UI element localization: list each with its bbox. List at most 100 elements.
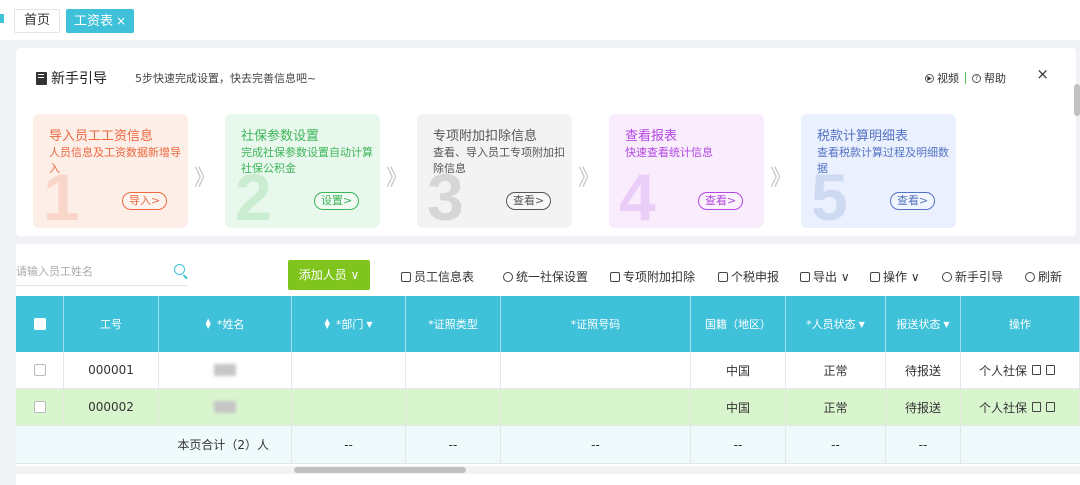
search-icon[interactable] <box>174 264 185 275</box>
edit-icon[interactable] <box>1032 365 1042 375</box>
tool-label: 员工信息表 <box>414 270 475 284</box>
step-import-salary[interactable]: 1 导入员工工资信息 人员信息及工资数据新增导入 导入> <box>33 114 188 228</box>
total-label: 本页合计（2）人 <box>16 426 292 463</box>
col-header-actions: 操作 <box>961 296 1080 352</box>
total-id-number: -- <box>501 426 691 463</box>
sort-icon[interactable]: ▲ ▼ <box>206 318 211 330</box>
tab-salary[interactable]: 工资表 × <box>66 9 135 33</box>
cell-name <box>159 389 292 425</box>
search-input[interactable] <box>16 258 166 284</box>
book-icon <box>36 71 47 85</box>
step-view-report[interactable]: 4 查看报表 快速查看统计信息 查看> <box>609 114 764 228</box>
close-tab-icon[interactable]: × <box>116 14 126 28</box>
personal-social-security-link[interactable]: 个人社保 <box>979 399 1027 416</box>
personal-social-security-link[interactable]: 个人社保 <box>979 362 1027 379</box>
step-tax-detail[interactable]: 5 税款计算明细表 查看税款计算过程及明细数据 查看> <box>801 114 956 228</box>
row-select-cell <box>16 389 64 425</box>
refresh-button[interactable]: 刷新 <box>1025 268 1062 285</box>
step-social-security[interactable]: 2 社保参数设置 完成社保参数设置自动计算社保公积金 设置> <box>225 114 380 228</box>
document-icon <box>401 271 411 282</box>
col-header-id-number[interactable]: *证照号码 <box>501 296 691 352</box>
cell-dept <box>292 389 406 425</box>
employee-info-button[interactable]: 员工信息表 <box>401 268 474 285</box>
row-checkbox[interactable] <box>33 364 46 376</box>
scrollbar-thumb[interactable] <box>294 467 466 473</box>
col-header-nationality[interactable]: 国籍（地区） <box>691 296 786 352</box>
social-security-setting-button[interactable]: 统一社保设置 <box>503 268 588 285</box>
delete-icon[interactable] <box>1046 365 1056 375</box>
help-icon <box>942 271 952 282</box>
guide-title: 新手引导 <box>36 68 107 88</box>
col-header-person-status[interactable]: *人员状态 ▼ <box>786 296 886 352</box>
tool-label: 刷新 <box>1038 270 1063 284</box>
step-desc: 查看税款计算过程及明细数据 <box>817 146 949 175</box>
cell-report-status: 待报送 <box>886 389 961 425</box>
cell-id-type <box>406 352 501 388</box>
video-link[interactable]: 视频 <box>937 70 959 86</box>
col-header-label: *部门 <box>335 318 364 331</box>
cell-nationality: 中国 <box>691 352 786 388</box>
tool-label: 统一社保设置 <box>516 270 589 284</box>
total-report-status: -- <box>886 426 961 463</box>
view-button[interactable]: 查看> <box>506 192 552 210</box>
edit-icon[interactable] <box>1032 402 1042 412</box>
help-link[interactable]: 帮助 <box>984 70 1006 86</box>
add-person-button[interactable]: 添加人员 ∨ <box>288 260 370 290</box>
row-select-cell <box>16 352 64 388</box>
step-title: 专项附加扣除信息 <box>433 129 538 144</box>
step-title: 导入员工工资信息 <box>49 129 154 144</box>
tax-declaration-button[interactable]: 个税申报 <box>718 268 779 285</box>
step-desc: 快速查看统计信息 <box>625 146 713 159</box>
col-header-label: *人员状态 <box>806 318 856 331</box>
scan-icon <box>610 271 620 282</box>
row-checkbox[interactable] <box>33 401 46 413</box>
redacted-name <box>214 401 236 413</box>
tool-label: 新手引导 <box>955 270 1004 284</box>
step-special-deduction[interactable]: 3 专项附加扣除信息 查看、导入员工专项附加扣除信息 查看> <box>417 114 572 228</box>
tab-home[interactable]: 首页 <box>14 9 61 33</box>
step-title: 查看报表 <box>625 129 678 144</box>
guide-links: ▶ 视频 ? 帮助 <box>925 70 1006 86</box>
import-button[interactable]: 导入> <box>122 192 168 210</box>
view-button[interactable]: 查看> <box>698 192 744 210</box>
total-nationality: -- <box>691 426 786 463</box>
settings-button[interactable]: 设置> <box>314 192 360 210</box>
cell-id-type <box>406 389 501 425</box>
tool-label: 个税申报 <box>731 270 780 284</box>
total-person-status: -- <box>786 426 886 463</box>
col-header-label: 报送状态 <box>896 318 941 331</box>
filter-icon[interactable]: ▼ <box>366 320 372 329</box>
total-actions <box>961 426 1080 463</box>
filter-icon[interactable]: ▼ <box>859 320 865 329</box>
guide-title-text: 新手引导 <box>51 71 107 87</box>
play-icon: ▶ <box>925 73 934 83</box>
table-row[interactable]: 000001 中国 正常 待报送 个人社保 <box>16 352 1080 389</box>
table-row[interactable]: 000002 中国 正常 待报送 个人社保 <box>16 389 1080 426</box>
col-header-label: *姓名 <box>216 318 245 331</box>
special-deduction-button[interactable]: 专项附加扣除 <box>610 268 695 285</box>
page-scrollbar[interactable] <box>1074 84 1080 116</box>
select-all-checkbox[interactable] <box>33 318 46 330</box>
filter-icon[interactable]: ▼ <box>943 320 949 329</box>
col-header-name[interactable]: ▲ ▼ *姓名 <box>159 296 292 352</box>
tab-home-label: 首页 <box>24 13 51 28</box>
col-header-dept[interactable]: ▲ ▼ *部门 ▼ <box>292 296 406 352</box>
select-all-cell <box>16 296 64 352</box>
step-desc: 人员信息及工资数据新增导入 <box>49 146 181 175</box>
horizontal-scrollbar[interactable] <box>16 466 1080 474</box>
cell-id: 000002 <box>64 389 159 425</box>
sort-icon[interactable]: ▲ ▼ <box>324 318 329 330</box>
delete-icon[interactable] <box>1046 402 1056 412</box>
step-desc: 查看、导入员工专项附加扣除信息 <box>433 146 565 175</box>
close-icon[interactable]: × <box>1036 65 1049 83</box>
export-button[interactable]: 导出 ∨ <box>800 268 850 285</box>
col-header-id-type[interactable]: *证照类型 <box>406 296 501 352</box>
view-button[interactable]: 查看> <box>890 192 936 210</box>
col-header-id[interactable]: 工号 <box>64 296 159 352</box>
operation-button[interactable]: 操作 ∨ <box>870 268 920 285</box>
table-summary-row: 本页合计（2）人 -- -- -- -- -- -- <box>16 426 1080 464</box>
step-arrow-icon: 》 <box>194 166 216 191</box>
toolbar: 添加人员 ∨ 员工信息表 统一社保设置 专项附加扣除 个税申报 导出 ∨ 操作 … <box>16 244 1080 296</box>
guide-button[interactable]: 新手引导 <box>942 268 1003 285</box>
col-header-report-status[interactable]: 报送状态 ▼ <box>886 296 961 352</box>
